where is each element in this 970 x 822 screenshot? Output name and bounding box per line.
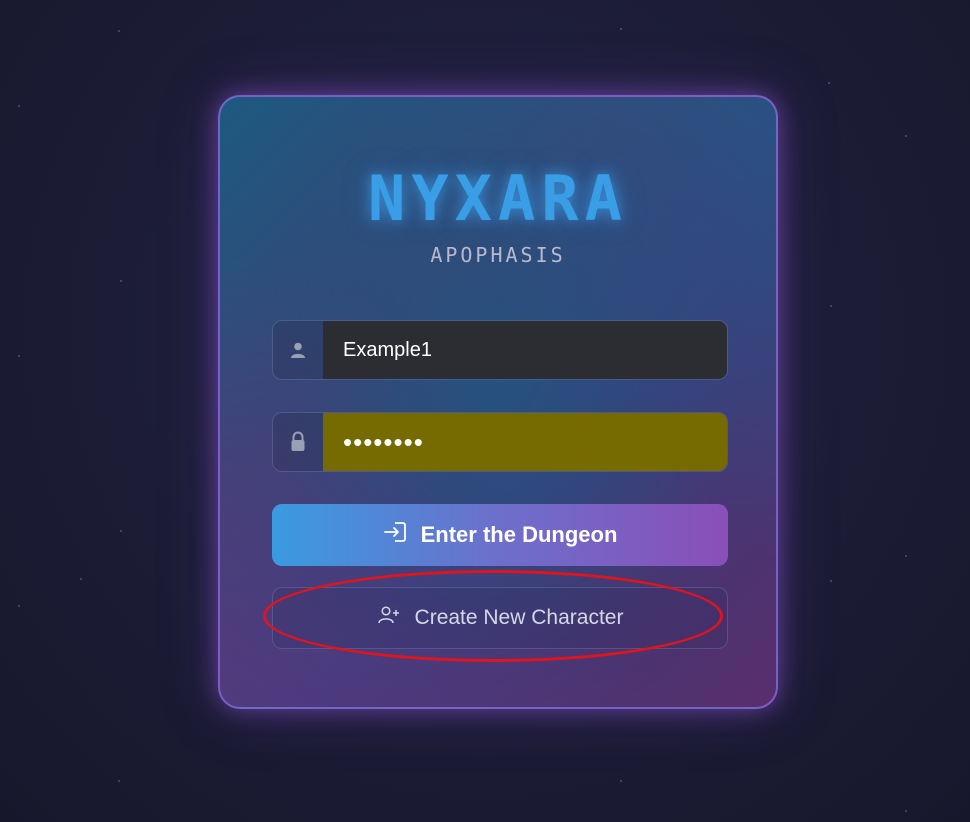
background-star (118, 30, 120, 32)
background-star (18, 605, 20, 607)
background-star (118, 780, 120, 782)
background-star (80, 578, 82, 580)
background-star (120, 280, 122, 282)
password-field-group: •••••••• (272, 412, 728, 472)
user-icon (273, 321, 323, 379)
background-star (905, 810, 907, 812)
background-star (620, 780, 622, 782)
app-logo: NYXARA (368, 162, 628, 235)
username-field-group (272, 320, 728, 380)
background-star (18, 105, 20, 107)
login-arrow-icon (383, 521, 407, 549)
login-card: NYXARA APOPHASIS •••••••• Enter the Dung… (218, 95, 778, 709)
background-star (905, 135, 907, 137)
create-character-button[interactable]: Create New Character (272, 587, 728, 649)
username-input[interactable] (323, 321, 727, 379)
background-star (905, 555, 907, 557)
enter-dungeon-button[interactable]: Enter the Dungeon (272, 504, 728, 566)
background-star (830, 305, 832, 307)
user-plus-icon (377, 605, 401, 631)
lock-icon (273, 413, 323, 471)
background-star (830, 580, 832, 582)
background-star (828, 82, 830, 84)
background-star (120, 530, 122, 532)
background-star (620, 28, 622, 30)
enter-dungeon-label: Enter the Dungeon (420, 522, 618, 547)
create-character-label: Create New Character (414, 606, 624, 629)
password-input[interactable]: •••••••• (323, 413, 727, 471)
app-subtitle: APOPHASIS (430, 243, 566, 267)
background-star (18, 355, 20, 357)
